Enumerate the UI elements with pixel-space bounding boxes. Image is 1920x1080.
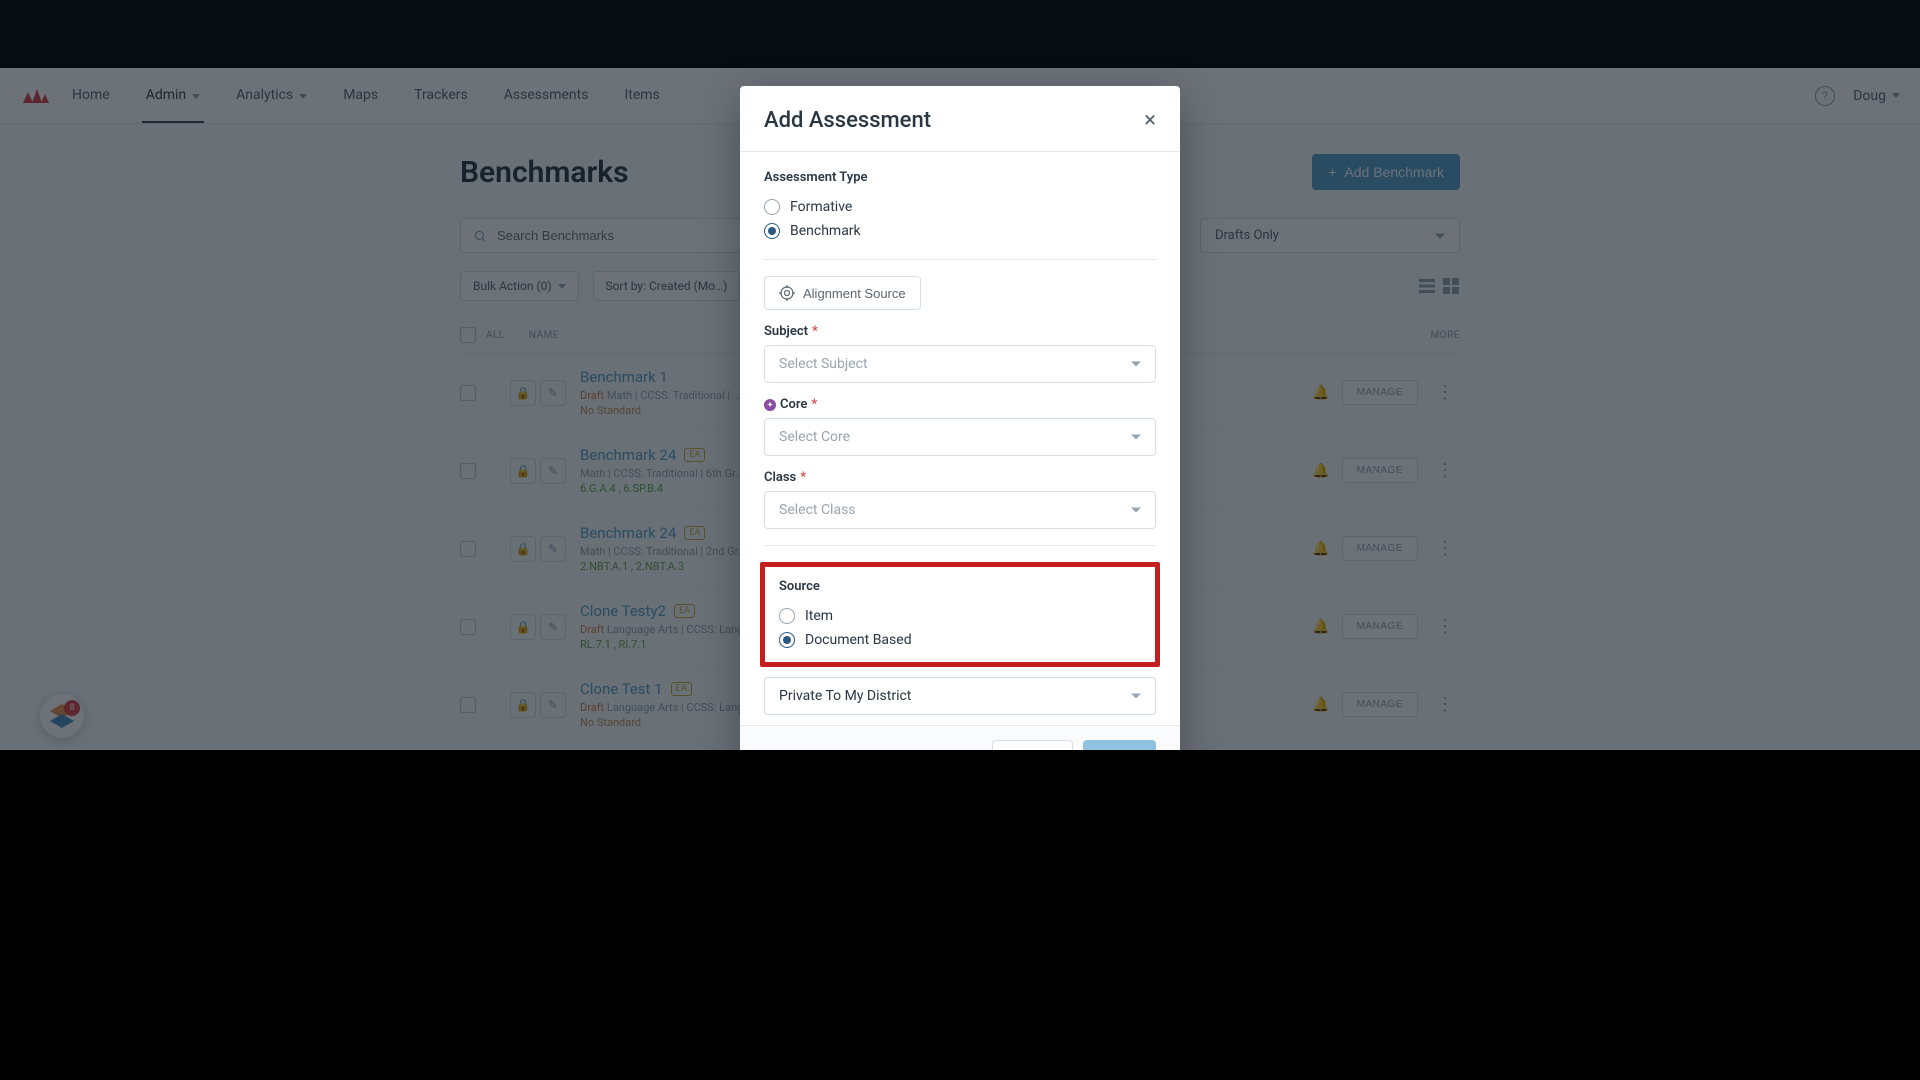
core-badge-icon <box>764 399 776 411</box>
add-assessment-modal: Add Assessment × Assessment Type Formati… <box>740 86 1180 788</box>
radio-source-item[interactable]: Item <box>779 604 1141 628</box>
modal-title: Add Assessment <box>764 108 931 133</box>
radio-source-document[interactable]: Document Based <box>779 628 1141 652</box>
core-label: Core* <box>764 397 1156 412</box>
class-select[interactable]: Select Class <box>764 491 1156 529</box>
assessment-type-label: Assessment Type <box>764 170 1156 185</box>
subject-label: Subject* <box>764 324 1156 339</box>
class-label: Class* <box>764 470 1156 485</box>
radio-icon <box>779 632 795 648</box>
radio-icon <box>764 223 780 239</box>
radio-formative[interactable]: Formative <box>764 195 1156 219</box>
source-section-highlighted: Source Item Document Based <box>760 562 1160 667</box>
core-select[interactable]: Select Core <box>764 418 1156 456</box>
privacy-select[interactable]: Private To My District <box>764 677 1156 715</box>
alignment-source-button[interactable]: Alignment Source <box>764 276 921 310</box>
close-icon[interactable]: × <box>1144 110 1156 132</box>
source-label: Source <box>779 579 1141 594</box>
target-icon <box>779 285 795 301</box>
radio-icon <box>764 199 780 215</box>
radio-benchmark[interactable]: Benchmark <box>764 219 1156 243</box>
subject-select[interactable]: Select Subject <box>764 345 1156 383</box>
radio-icon <box>779 608 795 624</box>
